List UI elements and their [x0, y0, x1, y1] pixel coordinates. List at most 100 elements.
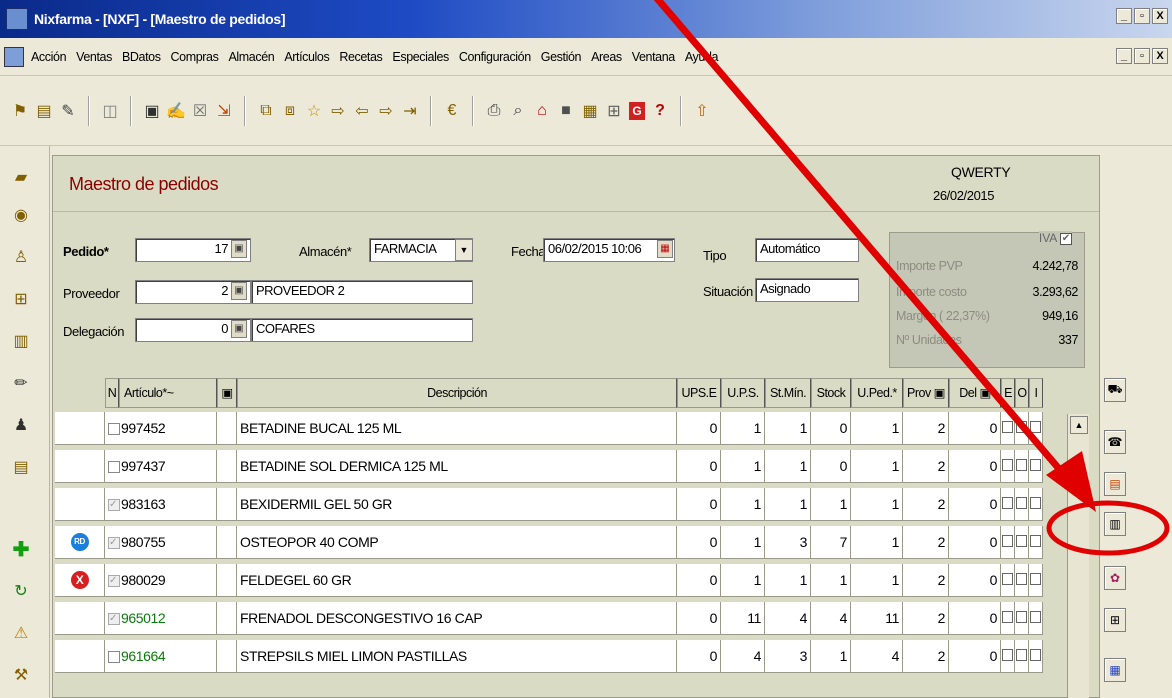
stack-icon[interactable]: ▦ — [1104, 658, 1126, 682]
flower-icon[interactable]: ✿ — [1104, 566, 1126, 590]
flag-i-checkbox[interactable] — [1030, 535, 1041, 547]
flag-o-checkbox[interactable] — [1016, 649, 1027, 661]
menu-accion[interactable]: Acción — [26, 50, 71, 64]
register-icon[interactable]: ▤ — [10, 456, 32, 478]
fecha-field[interactable]: 06/02/2015 10:06 — [543, 238, 675, 262]
descripcion-cell[interactable]: OSTEOPOR 40 COMP — [237, 526, 677, 559]
doc-restore-button[interactable]: ▫ — [1134, 48, 1150, 64]
arrow-right-icon[interactable]: ⇨ — [377, 100, 395, 122]
barcode-icon[interactable]: ▥ — [1104, 512, 1126, 536]
flag-o-cell[interactable] — [1015, 526, 1029, 559]
prov-cell[interactable]: 2 — [903, 488, 949, 521]
flag-e-cell[interactable] — [1001, 412, 1015, 445]
table-row[interactable]: X ✓ 980029 FELDEGEL 60 GR 0 1 1 1 1 2 0 — [55, 564, 1079, 597]
column-header-prov[interactable]: Prov ▣ — [903, 378, 949, 408]
flag-i-cell[interactable] — [1029, 450, 1043, 483]
ups-cell[interactable]: 11 — [721, 602, 765, 635]
uped-cell[interactable]: 1 — [851, 526, 903, 559]
minimize-button[interactable]: _ — [1116, 8, 1132, 24]
column-header-stock[interactable]: Stock — [811, 378, 851, 408]
row-checkbox[interactable] — [108, 423, 120, 436]
column-header-del[interactable]: Del ▣ — [949, 378, 1001, 408]
flag-i-checkbox[interactable] — [1030, 611, 1041, 623]
flag-o-checkbox[interactable] — [1016, 459, 1027, 471]
stock-cell[interactable]: 0 — [811, 412, 851, 445]
flag-i-checkbox[interactable] — [1030, 459, 1041, 471]
menu-articulos[interactable]: Artículos — [279, 50, 334, 64]
flag-o-checkbox[interactable] — [1016, 573, 1027, 585]
menu-ayuda[interactable]: Ayuda — [680, 50, 723, 64]
table-row[interactable]: 997437 BETADINE SOL DERMICA 125 ML 0 1 1 0 1 2 0 — [55, 450, 1079, 483]
descripcion-cell[interactable]: FRENADOL DESCONGESTIVO 16 CAP — [237, 602, 677, 635]
flag-o-checkbox[interactable] — [1016, 421, 1027, 433]
uped-cell[interactable]: 4 — [851, 640, 903, 673]
menu-compras[interactable]: Compras — [166, 50, 224, 64]
flag-e-cell[interactable] — [1001, 488, 1015, 521]
flag-e-cell[interactable] — [1001, 526, 1015, 559]
upse-cell[interactable]: 0 — [677, 412, 721, 445]
delegacion-name-field[interactable]: COFARES — [251, 318, 473, 342]
ups-cell[interactable]: 1 — [721, 450, 765, 483]
calendar-icon[interactable]: ▦ — [657, 240, 673, 258]
row-checkbox[interactable]: ✓ — [108, 613, 120, 626]
block-icon[interactable]: ■ — [557, 100, 575, 122]
document-icon[interactable] — [4, 46, 24, 67]
articulo-cell[interactable]: 997452 — [105, 412, 217, 445]
flag-e-checkbox[interactable] — [1002, 497, 1013, 509]
tipo-field[interactable]: Automático — [755, 238, 859, 262]
menu-recetas[interactable]: Recetas — [334, 50, 387, 64]
stock-cell[interactable]: 1 — [811, 488, 851, 521]
menu-configuracion[interactable]: Configuración — [454, 50, 536, 64]
close-button[interactable]: X — [1152, 8, 1168, 24]
copy-icon[interactable]: ⧉ — [257, 100, 275, 122]
del-cell[interactable]: 0 — [949, 564, 1001, 597]
flag-i-checkbox[interactable] — [1030, 421, 1041, 433]
ups-cell[interactable]: 1 — [721, 564, 765, 597]
table-row[interactable]: 961664 STREPSILS MIEL LIMON PASTILLAS 0 4 3 1… — [55, 640, 1079, 673]
column-header-ups[interactable]: U.P.S. — [721, 378, 765, 408]
add-icon[interactable]: ✚ — [10, 538, 32, 561]
delegacion-lookup-icon[interactable]: ▣ — [231, 320, 247, 338]
pencil-icon[interactable]: ✏ — [10, 372, 32, 394]
car-icon[interactable]: ⛟ — [1104, 378, 1126, 402]
goto-icon[interactable]: ⇨ — [329, 100, 347, 122]
upse-cell[interactable]: 0 — [677, 450, 721, 483]
proveedor-name-field[interactable]: PROVEEDOR 2 — [251, 280, 473, 304]
menu-ventas[interactable]: Ventas — [71, 50, 117, 64]
iva-checkbox[interactable]: ✔ — [1060, 232, 1072, 245]
flag-e-cell[interactable] — [1001, 564, 1015, 597]
edit-record-icon[interactable]: ✍ — [166, 100, 186, 122]
users-icon[interactable]: ♟ — [10, 414, 32, 436]
upse-cell[interactable]: 0 — [677, 602, 721, 635]
table-row[interactable]: ✓ 983163 BEXIDERMIL GEL 50 GR 0 1 1 1 1 2 0 — [55, 488, 1079, 521]
boxes-icon[interactable]: ▥ — [10, 330, 32, 352]
stmin-cell[interactable]: 1 — [765, 450, 811, 483]
column-header-n[interactable]: N — [105, 378, 119, 408]
ups-cell[interactable]: 1 — [721, 412, 765, 445]
del-cell[interactable]: 0 — [949, 526, 1001, 559]
flag-o-cell[interactable] — [1015, 564, 1029, 597]
column-header-i[interactable]: I — [1029, 378, 1043, 408]
stmin-cell[interactable]: 1 — [765, 412, 811, 445]
articulo-cell[interactable]: ✓ 983163 — [105, 488, 217, 521]
flag-e-checkbox[interactable] — [1002, 421, 1013, 433]
stmin-cell[interactable]: 1 — [765, 564, 811, 597]
prov-cell[interactable]: 2 — [903, 526, 949, 559]
chevron-down-icon[interactable]: ▼ — [455, 239, 473, 261]
delete-record-icon[interactable]: ☒ — [191, 100, 209, 122]
articulo-cell[interactable]: 961664 — [105, 640, 217, 673]
user-icon[interactable]: ♙ — [10, 246, 32, 268]
flag-o-cell[interactable] — [1015, 450, 1029, 483]
tool-icon[interactable]: ⚒ — [10, 664, 32, 686]
upse-cell[interactable]: 0 — [677, 526, 721, 559]
flag-e-checkbox[interactable] — [1002, 535, 1013, 547]
flag-i-checkbox[interactable] — [1030, 497, 1041, 509]
stock-cell[interactable]: 7 — [811, 526, 851, 559]
flag-o-checkbox[interactable] — [1016, 611, 1027, 623]
home-icon[interactable]: ⌂ — [533, 100, 551, 122]
warning-icon[interactable]: ⚠ — [10, 622, 32, 644]
search-icon[interactable]: ⌕ — [509, 100, 527, 122]
proveedor-lookup-icon[interactable]: ▣ — [231, 282, 247, 300]
del-cell[interactable]: 0 — [949, 640, 1001, 673]
flag-i-cell[interactable] — [1029, 640, 1043, 673]
